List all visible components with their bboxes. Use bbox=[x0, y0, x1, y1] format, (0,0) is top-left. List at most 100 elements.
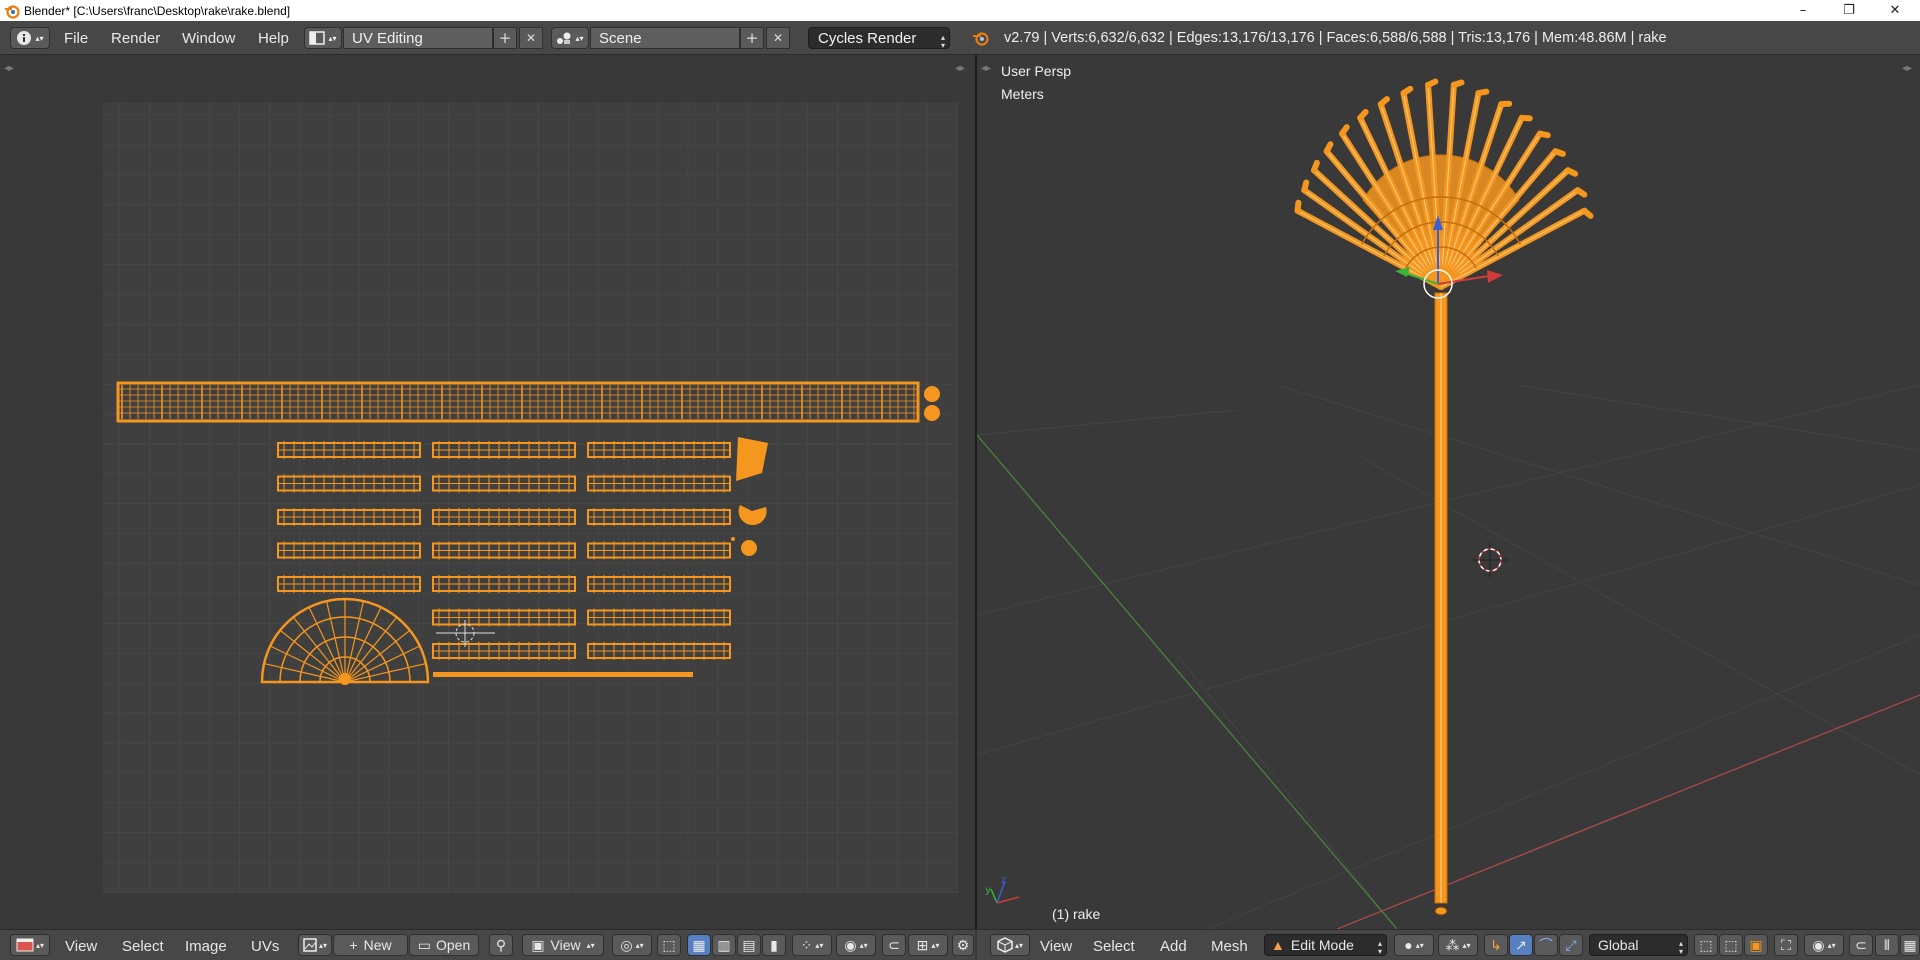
uv-tine-island[interactable] bbox=[277, 441, 421, 459]
menu-file[interactable]: File bbox=[64, 30, 88, 47]
island-select-button[interactable]: ▮ bbox=[762, 934, 786, 956]
open-image-button[interactable]: ▭ Open bbox=[409, 934, 479, 956]
render-engine-dropdown[interactable]: Cycles Render ▴ ▾ bbox=[808, 27, 950, 50]
screen-layout-field[interactable]: UV Editing bbox=[343, 27, 493, 49]
uv-canvas[interactable] bbox=[0, 55, 975, 929]
uv-tine-island[interactable] bbox=[432, 508, 576, 526]
uv-tine-island[interactable] bbox=[587, 642, 731, 660]
proportional-edit-dropdown[interactable]: ◉ ▴▾ bbox=[836, 934, 876, 956]
new-image-label: New bbox=[363, 937, 392, 953]
uv-tine-island[interactable] bbox=[432, 541, 576, 560]
transform-orientation-dropdown[interactable]: Global ▴ ▾ bbox=[1589, 934, 1688, 956]
region-toggle-right-icon[interactable]: ◂▸ bbox=[1902, 63, 1912, 74]
scene-statistics: v2.79 | Verts:6,632/6,632 | Edges:13,176… bbox=[1004, 30, 1667, 46]
add-screen-button[interactable]: + bbox=[493, 27, 517, 49]
scale-toggle[interactable]: ⤢ bbox=[1559, 934, 1583, 956]
image-browse-button[interactable]: ▴▾ bbox=[298, 934, 332, 956]
view3d-header: ▴▾ View Select Add Mesh ▲ Edit Mode ▴ ▾ ●… bbox=[977, 929, 1920, 960]
layers-button[interactable]: ▦ bbox=[1900, 934, 1920, 956]
proportional-edit-3d-dropdown[interactable]: ◉ ▴▾ bbox=[1804, 934, 1844, 956]
menu-help[interactable]: Help bbox=[258, 30, 289, 47]
pivot-point-dropdown[interactable]: ◎ ▴▾ bbox=[612, 934, 652, 956]
new-image-button[interactable]: + New bbox=[333, 934, 408, 956]
uv-view-mode-dropdown[interactable]: ▣ View ▴▾ bbox=[522, 934, 604, 956]
scene-field[interactable]: Scene bbox=[590, 27, 740, 49]
uv-island-cap-bottom[interactable] bbox=[924, 405, 940, 421]
uv-island-cap-top[interactable] bbox=[924, 386, 940, 402]
region-toggle-right-icon[interactable]: ◂▸ bbox=[955, 63, 965, 74]
uv-tine-island[interactable] bbox=[432, 441, 576, 459]
region-toggle-left-icon[interactable]: ◂▸ bbox=[981, 63, 991, 74]
vertex-select-button[interactable]: ▦ bbox=[687, 934, 711, 956]
add-scene-button[interactable]: + bbox=[740, 27, 764, 49]
edge-select-3d-button[interactable]: ⬚ bbox=[1719, 934, 1743, 956]
uv-tine-island[interactable] bbox=[432, 642, 576, 660]
editor-type-button[interactable]: ▴▾ bbox=[10, 27, 50, 49]
rake-head-mesh[interactable] bbox=[1294, 78, 1594, 290]
uv-tine-island[interactable] bbox=[587, 474, 731, 493]
uv-tine-island[interactable] bbox=[587, 441, 731, 459]
mode-dropdown[interactable]: ▲ Edit Mode ▴ ▾ bbox=[1264, 934, 1387, 956]
snap-3d-toggle[interactable]: ⊂ bbox=[1849, 934, 1873, 956]
uv-island-strip[interactable] bbox=[433, 672, 693, 677]
viewport-canvas[interactable]: z y bbox=[976, 55, 1920, 930]
vertex-select-3d-button[interactable]: ⬚ bbox=[1694, 934, 1718, 956]
uv-tine-island[interactable] bbox=[587, 575, 731, 593]
view3d-menu-select[interactable]: Select bbox=[1093, 938, 1135, 955]
viewport-shading-dropdown[interactable]: ● ▴▾ bbox=[1394, 934, 1434, 956]
uv-tine-island[interactable] bbox=[432, 575, 576, 593]
translate-toggle[interactable]: ↗ bbox=[1509, 934, 1533, 956]
info-editor-icon bbox=[17, 31, 32, 45]
face-select-button[interactable]: ▤ bbox=[737, 934, 761, 956]
uv-tine-island[interactable] bbox=[432, 474, 576, 493]
3d-viewport[interactable]: z y User Persp Meters (1) rake ◂▸ ◂▸ bbox=[976, 55, 1920, 930]
menu-window[interactable]: Window bbox=[182, 30, 235, 47]
scene-browse[interactable]: ▴▾ bbox=[551, 27, 589, 49]
uv-image-editor[interactable]: ◂▸ ◂▸ bbox=[0, 55, 975, 929]
uv-tine-island[interactable] bbox=[432, 608, 576, 627]
info-header: ▴▾ File Render Window Help ▴▾ UV Editing… bbox=[0, 21, 1920, 55]
remove-scene-button[interactable]: ✕ bbox=[766, 27, 790, 49]
view3d-menu-add[interactable]: Add bbox=[1160, 938, 1187, 955]
uv-tine-island[interactable] bbox=[277, 541, 421, 560]
uv-menu-select[interactable]: Select bbox=[122, 938, 164, 955]
snap-element-dropdown[interactable]: ⊞ ▴▾ bbox=[908, 934, 948, 956]
remove-screen-button[interactable]: ✕ bbox=[519, 27, 543, 49]
uv-tine-island[interactable] bbox=[277, 474, 421, 493]
close-icon: ✕ bbox=[772, 31, 784, 45]
screen-layout-browse[interactable]: ▴▾ bbox=[304, 27, 342, 49]
snap-toggle-button[interactable]: ⊂ bbox=[882, 934, 906, 956]
pivot-icon: ◎ bbox=[620, 936, 633, 953]
rotate-toggle[interactable]: ⌒ bbox=[1534, 934, 1558, 956]
uv-island-dot[interactable] bbox=[741, 540, 757, 556]
maximize-button[interactable]: ❐ bbox=[1826, 0, 1872, 21]
uv-menu-image[interactable]: Image bbox=[185, 938, 227, 955]
face-select-3d-button[interactable]: ▣ bbox=[1744, 934, 1768, 956]
snap-element-3d-button[interactable]: ⫴ bbox=[1875, 934, 1899, 956]
window-title: Blender* [C:\Users\franc\Desktop\rake\ra… bbox=[24, 3, 291, 18]
region-toggle-left-icon[interactable]: ◂▸ bbox=[4, 63, 14, 74]
menu-render[interactable]: Render bbox=[111, 30, 160, 47]
pin-button[interactable]: ⚲ bbox=[489, 934, 513, 956]
uv-menu-uvs[interactable]: UVs bbox=[251, 938, 279, 955]
uv-tine-island[interactable] bbox=[587, 541, 731, 560]
pivot-point-3d-dropdown[interactable]: ⁂ ▴▾ bbox=[1438, 934, 1478, 956]
view3d-menu-view[interactable]: View bbox=[1040, 938, 1072, 955]
sync-selection-button[interactable]: ⬚ bbox=[657, 934, 681, 956]
minimize-button[interactable]: – bbox=[1780, 0, 1826, 21]
uv-tine-island[interactable] bbox=[587, 508, 731, 526]
uv-tine-island[interactable] bbox=[277, 575, 421, 593]
edge-select-button[interactable]: ▥ bbox=[712, 934, 736, 956]
close-window-button[interactable]: ✕ bbox=[1872, 0, 1918, 21]
view3d-menu-mesh[interactable]: Mesh bbox=[1211, 938, 1248, 955]
3d-cursor[interactable] bbox=[1472, 542, 1508, 578]
uv-menu-view[interactable]: View bbox=[65, 938, 97, 955]
uv-tine-island[interactable] bbox=[587, 608, 731, 627]
uv-extra-button[interactable]: ⚙ bbox=[952, 934, 974, 956]
uv-editor-type-button[interactable]: ▴▾ bbox=[10, 934, 50, 956]
limit-selection-button[interactable]: ⛶ bbox=[1774, 934, 1798, 956]
view3d-editor-type-button[interactable]: ▴▾ bbox=[990, 934, 1030, 956]
manipulator-toggle[interactable]: ↳ bbox=[1484, 934, 1508, 956]
uv-tine-island[interactable] bbox=[277, 508, 421, 526]
sticky-mode-dropdown[interactable]: ⁘ ▴▾ bbox=[792, 934, 832, 956]
